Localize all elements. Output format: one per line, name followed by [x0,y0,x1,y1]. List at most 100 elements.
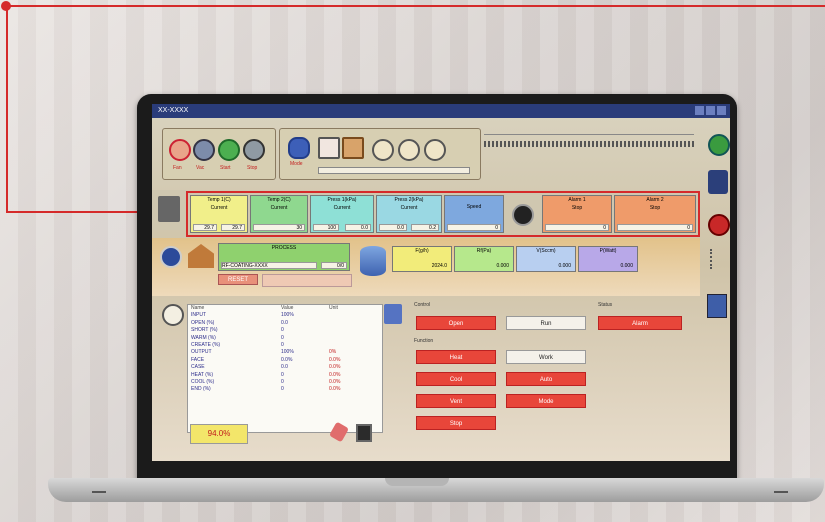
scale-ticks [484,141,694,147]
table-row[interactable]: COOL (%) 0 0.0% [188,379,382,386]
table-cell-name: CREATE (%) [191,341,221,348]
dots-side-icon[interactable] [710,249,728,269]
database-icon[interactable] [360,246,386,276]
table-row[interactable]: HEAT (%) 0 0.0% [188,372,382,379]
table-cell-name: COOL (%) [191,378,215,385]
stop-side-icon[interactable] [708,214,730,236]
readout-v: V(Sccm) 0.000 [516,246,576,272]
control-button-open[interactable]: Open [416,316,496,330]
data-table: Name Value Unit INPUT 100% OPEN (%) 0.0 SHOR… [187,304,383,433]
process-count: 0/0 [321,262,347,269]
table-cell-unit: 0.0% [329,364,341,371]
reset-field [262,274,352,287]
dial-3-icon[interactable] [424,139,446,161]
maximize-button[interactable] [706,106,715,115]
laptop-hinge-notch [385,478,449,486]
fan-icon[interactable] [169,139,191,161]
table-row[interactable]: OUTPUT 100% 0% [188,349,382,356]
base-slot-right [774,491,788,493]
table-row[interactable]: OPEN (%) 0.0 [188,320,382,327]
table-cell-unit [329,327,379,334]
table-cell-unit: 0% [329,349,337,356]
readout-rf-value: 0.000 [496,263,509,269]
function-button-vent[interactable]: Vent [416,394,496,408]
function-button-heat[interactable]: Heat [416,350,496,364]
table-row[interactable]: END (%) 0 0.0% [188,386,382,393]
table-cell-unit [329,312,379,319]
clock-icon[interactable] [162,304,184,326]
table-body: INPUT 100% OPEN (%) 0.0 SHORT (%) 0 WARM (%) 0 C… [188,312,382,393]
readout-f-value: 2024.0 [431,263,447,269]
total-box: 94.0% [190,424,248,444]
highlight-frame [186,191,700,237]
table-row[interactable]: CREATE (%) 0 [188,342,382,349]
table-row[interactable]: INPUT 100% [188,312,382,319]
readout-v-value: 0.000 [558,263,571,269]
readout-p-label: P(Watt) [599,248,617,254]
compass-icon[interactable] [160,246,182,268]
runner-icon[interactable] [218,139,240,161]
user-icon[interactable] [288,137,310,159]
process-name-label: PROCESS [271,245,297,251]
book-side-icon[interactable] [708,170,728,194]
table-cell-name: OPEN (%) [191,319,215,326]
table-cell-value: 0 [281,341,284,348]
vacuum-label: Vac [196,165,205,171]
toolbar-panel-main: Fan Vac Start Stop [162,128,276,180]
function-button-stop[interactable]: Stop [416,416,496,430]
save-icon[interactable] [356,424,372,442]
document-icon[interactable] [318,137,340,159]
function-button-auto[interactable]: Auto [506,372,586,386]
table-row[interactable]: SHORT (%) 0 [188,327,382,334]
vacuum-icon[interactable] [193,139,215,161]
table-header-value: Value [281,305,294,311]
process-name-box: PROCESS RF-COATING-XXXX 0/0 [218,243,350,271]
total-value: 94.0% [207,429,231,438]
start-label: Start [220,165,231,171]
table-cell-name: CASE [191,364,205,371]
reset-button[interactable]: RESET [218,274,258,285]
process-name-value: RF-COATING-XXXX [221,262,317,269]
table-cell-value: 0 [281,371,284,378]
close-button[interactable] [717,106,726,115]
table-cell-value: 100% [281,349,294,356]
readout-p-value: 0.000 [620,263,633,269]
table-cell-value: 0 [281,334,284,341]
table-header: Name Value Unit [188,305,382,312]
toolbar-panel-mode: Mode [279,128,481,180]
table-cell-value: 0.0% [281,356,293,363]
callout-line-left [6,5,8,213]
table-cell-name: INPUT [191,312,206,319]
callout-line-top [6,5,825,7]
function-section-label: Function [414,338,434,344]
control-button-run[interactable]: Run [506,316,586,330]
status-strip-icon[interactable] [158,196,180,222]
dial-2-icon[interactable] [398,139,420,161]
table-cell-name: END (%) [191,386,211,393]
function-button-work[interactable]: Work [506,350,586,364]
table-cell-name: OUTPUT [191,349,212,356]
table-cell-value: 0 [281,386,284,393]
table-row[interactable]: CASE 0.0 0.0% [188,364,382,371]
table-row[interactable]: FACE 0.0% 0.0% [188,357,382,364]
window-buttons [695,106,726,115]
table-cell-name: HEAT (%) [191,371,214,378]
gauge-icon[interactable] [243,139,265,161]
minimize-button[interactable] [695,106,704,115]
notebook-icon[interactable] [384,304,402,324]
function-button-mode[interactable]: Mode [506,394,586,408]
status-section-label: Status [598,302,613,308]
dial-1-icon[interactable] [372,139,394,161]
status-alarm-button[interactable]: Alarm [598,316,682,330]
blue-side-icon[interactable] [707,294,727,318]
table-cell-unit: 0.0% [329,371,341,378]
broom-icon[interactable] [342,137,364,159]
run-side-icon[interactable] [708,134,730,156]
hmi-screen: XX-XXXX Fan Vac Start Stop Mode Temp 1(C… [152,104,730,461]
table-cell-unit: 0.0% [329,356,341,363]
window-titlebar: XX-XXXX [152,104,730,118]
table-row[interactable]: WARM (%) 0 [188,335,382,342]
mode-label: Mode [290,161,303,167]
function-button-cool[interactable]: Cool [416,372,496,386]
table-cell-unit [329,342,379,349]
